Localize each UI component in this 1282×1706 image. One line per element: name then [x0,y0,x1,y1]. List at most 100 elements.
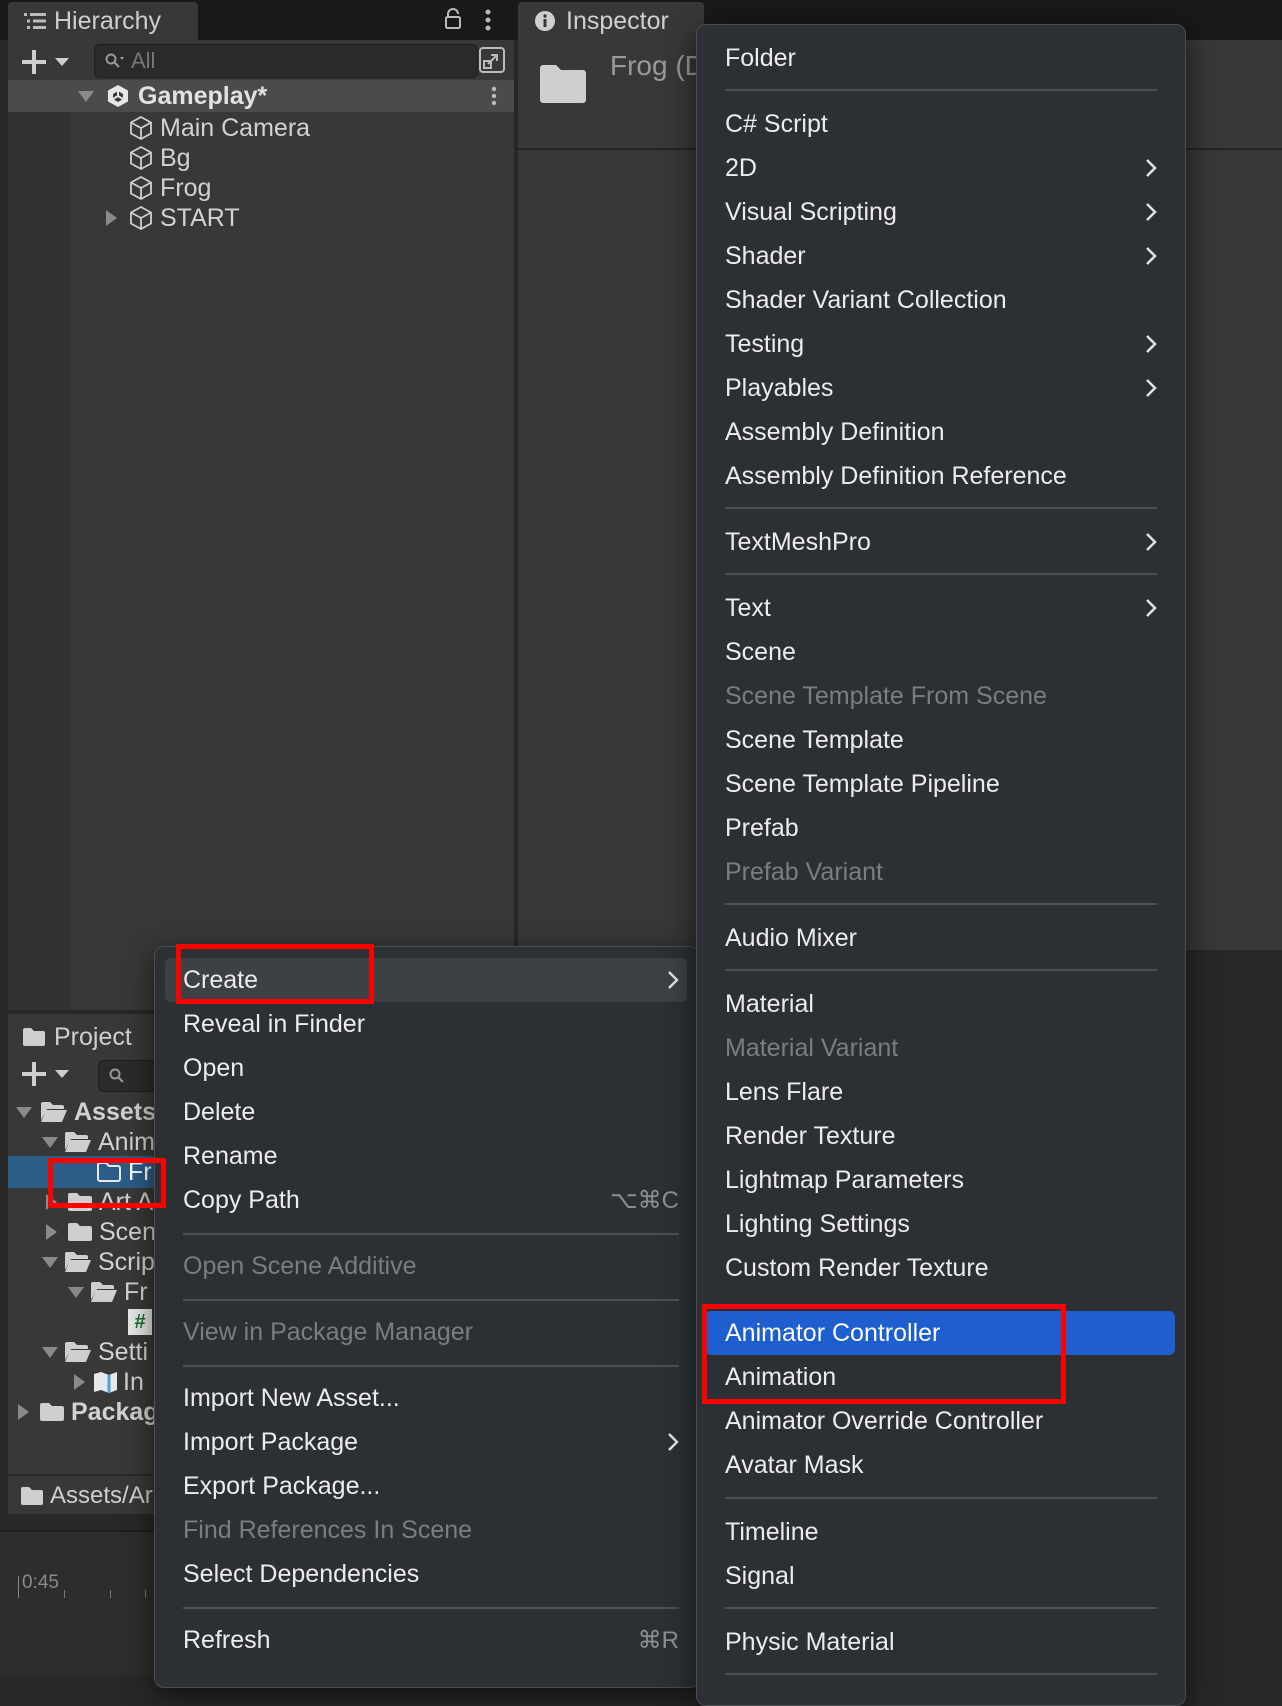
menu-item-export-package[interactable]: Export Package... [183,1465,679,1507]
hierarchy-item-bg[interactable]: Bg [8,142,514,174]
submenu-item-scene-template[interactable]: Scene Template [725,719,1157,761]
expand-arrow-icon[interactable] [42,1346,58,1358]
folder-open-icon [64,1341,92,1363]
submenu-item-scene[interactable]: Scene [725,631,1157,673]
menu-item-select-dependencies[interactable]: Select Dependencies [183,1553,679,1595]
submenu-item-timeline[interactable]: Timeline [725,1511,1157,1553]
project-tree-scenes[interactable]: Scen [8,1216,158,1248]
submenu-item-lens-flare[interactable]: Lens Flare [725,1071,1157,1113]
project-tree-assets[interactable]: Assets [8,1096,158,1128]
submenu-item-prefab[interactable]: Prefab [725,807,1157,849]
folder-icon [20,1486,44,1506]
project-tree-scripts-frog[interactable]: Fr [8,1276,158,1308]
tab-project[interactable]: Project [8,1020,132,1054]
submenu-item-visual-scripting[interactable]: Visual Scripting [725,191,1157,233]
input-actions-icon [93,1370,119,1394]
submenu-item-scene-template-pipeline[interactable]: Scene Template Pipeline [725,763,1157,805]
submenu-item-assembly-definition[interactable]: Assembly Definition [725,411,1157,453]
expand-arrow-icon[interactable] [74,1374,85,1390]
timeline-tick [145,1590,146,1598]
submenu-item-custom-render-texture[interactable]: Custom Render Texture [725,1247,1157,1289]
scene-options-icon[interactable] [490,86,498,106]
submenu-item-avatar-mask[interactable]: Avatar Mask [725,1444,1157,1486]
add-button[interactable] [20,48,70,76]
submenu-item-animator-override-controller[interactable]: Animator Override Controller [725,1400,1157,1442]
submenu-item-csharp-script[interactable]: C# Script [725,103,1157,145]
expand-arrow-icon[interactable] [68,1286,84,1298]
project-tree-settings[interactable]: Setti [8,1336,158,1368]
context-menu-items: Create Reveal in Finder Open Delete Rena… [183,947,679,1687]
menu-item-refresh[interactable]: Refresh ⌘R [183,1619,679,1661]
submenu-item-audio-mixer[interactable]: Audio Mixer [725,917,1157,959]
gameobject-cube-icon [128,115,154,141]
list-icon [24,12,46,30]
scene-row[interactable]: Gameplay* [8,80,514,112]
chevron-right-icon [1145,191,1157,233]
project-tree-label: Fr [124,1277,148,1306]
menu-separator [725,89,1157,91]
menu-separator [725,969,1157,971]
expand-arrow-icon[interactable] [42,1136,58,1148]
submenu-item-folder[interactable]: Folder [725,37,1157,79]
create-submenu: Folder C# Script 2D Visual Scripting Sha… [696,24,1186,1706]
submenu-item-physic-material[interactable]: Physic Material [725,1621,1157,1663]
submenu-item-textmeshpro[interactable]: TextMeshPro [725,521,1157,563]
expand-arrow-icon[interactable] [18,1404,29,1420]
submenu-item-playables[interactable]: Playables [725,367,1157,409]
submenu-item-shader-variant-collection[interactable]: Shader Variant Collection [725,279,1157,321]
submenu-item-signal[interactable]: Signal [725,1555,1157,1597]
menu-item-copy-path[interactable]: Copy Path ⌥⌘C [183,1179,679,1221]
menu-item-import-package[interactable]: Import Package [183,1421,679,1463]
annotation-box-selected-folder [48,1158,166,1208]
hierarchy-item-label: Bg [160,143,191,172]
project-tree-label: Assets [74,1097,156,1126]
hierarchy-item-frog[interactable]: Frog [8,172,514,204]
project-tree-input[interactable]: In [8,1366,158,1398]
expand-arrow-icon[interactable] [16,1106,32,1118]
project-search-input[interactable] [98,1060,158,1092]
hierarchy-item-label: START [160,203,240,232]
kebab-menu-icon[interactable] [484,9,492,31]
chevron-right-icon [667,959,679,1001]
project-tree-packages[interactable]: Packag [8,1396,158,1428]
lock-icon[interactable] [444,8,462,30]
submenu-item-testing[interactable]: Testing [725,323,1157,365]
gameobject-cube-icon [128,205,154,231]
menu-item-delete[interactable]: Delete [183,1091,679,1133]
project-tree-label: In [123,1367,144,1396]
menu-item-import-new-asset[interactable]: Import New Asset... [183,1377,679,1419]
submenu-item-2d[interactable]: 2D [725,147,1157,189]
submenu-item-material[interactable]: Material [725,983,1157,1025]
chevron-right-icon [1145,323,1157,365]
plus-icon [22,50,46,74]
submenu-item-lightmap-parameters[interactable]: Lightmap Parameters [725,1159,1157,1201]
hierarchy-item-main-camera[interactable]: Main Camera [8,112,514,144]
submenu-item-render-texture[interactable]: Render Texture [725,1115,1157,1157]
tab-inspector[interactable]: Inspector [518,2,704,40]
tab-hierarchy[interactable]: Hierarchy [8,2,198,40]
chevron-right-icon [1145,147,1157,189]
project-tree-anim[interactable]: Anim [8,1126,158,1158]
hierarchy-item-start[interactable]: START [8,202,514,234]
menu-item-rename[interactable]: Rename [183,1135,679,1177]
menu-item-open[interactable]: Open [183,1047,679,1089]
expand-arrow-icon[interactable] [106,210,117,226]
project-tree-scripts[interactable]: Scrip [8,1246,158,1278]
project-add-button[interactable] [20,1060,70,1088]
expand-arrow-icon[interactable] [42,1256,58,1268]
menu-item-reveal-in-finder[interactable]: Reveal in Finder [183,1003,679,1045]
project-tree-script-file[interactable]: # [8,1306,158,1338]
open-scene-picker-icon[interactable] [478,46,506,74]
submenu-item-assembly-definition-reference[interactable]: Assembly Definition Reference [725,455,1157,497]
expand-arrow-icon[interactable] [78,90,94,102]
submenu-item-text[interactable]: Text [725,587,1157,629]
project-tree-label: Scen [99,1217,156,1246]
submenu-item-lighting-settings[interactable]: Lighting Settings [725,1203,1157,1245]
hierarchy-search-input[interactable]: All [94,44,478,78]
folder-open-icon [40,1101,68,1123]
info-icon [534,10,556,32]
plus-icon [22,1062,46,1086]
expand-arrow-icon[interactable] [46,1224,57,1240]
submenu-item-shader[interactable]: Shader [725,235,1157,277]
search-icon [105,53,125,69]
